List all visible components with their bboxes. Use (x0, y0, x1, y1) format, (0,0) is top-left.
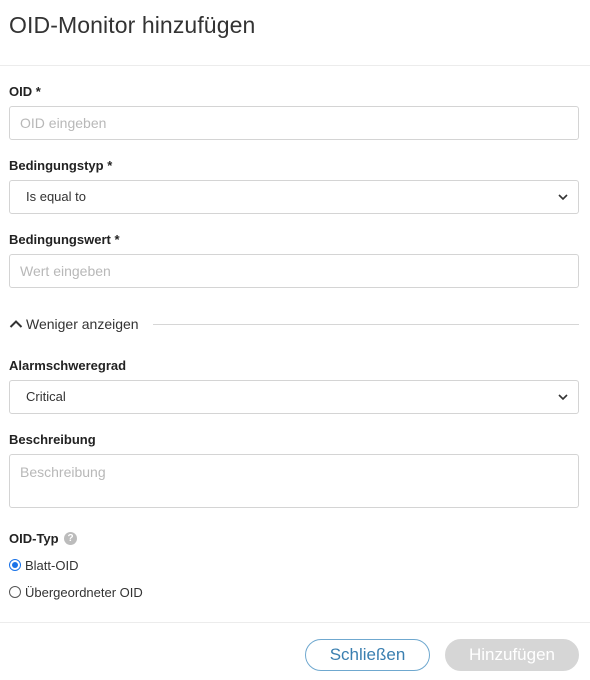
severity-value: Critical (26, 389, 66, 404)
radio-parent-oid-label: Übergeordneter OID (25, 584, 143, 600)
section-divider (153, 324, 579, 325)
radio-button-checked[interactable] (9, 559, 21, 571)
oid-input[interactable] (9, 106, 579, 140)
dialog-title: OID-Monitor hinzufügen (9, 12, 256, 38)
chevron-down-icon (558, 394, 568, 401)
oid-label: OID * (9, 84, 41, 99)
condition-type-label: Bedingungstyp * (9, 158, 113, 173)
show-less-label: Weniger anzeigen (26, 316, 139, 332)
radio-parent-oid[interactable]: Übergeordneter OID (9, 584, 143, 600)
dialog-header: OID-Monitor hinzufügen (0, 0, 590, 66)
oid-type-label: OID-Typ (9, 531, 59, 546)
severity-label: Alarmschweregrad (9, 358, 127, 373)
show-less-toggle[interactable]: Weniger anzeigen (9, 314, 139, 334)
description-textarea[interactable] (9, 454, 579, 508)
add-button[interactable]: Hinzufügen (445, 639, 579, 671)
add-oid-monitor-dialog: OID-Monitor hinzufügen OID * Bedingungst… (0, 0, 590, 680)
condition-type-select[interactable]: Is equal to (9, 180, 579, 214)
radio-leaf-oid-label: Blatt-OID (25, 557, 79, 573)
condition-value-input[interactable] (9, 254, 579, 288)
help-circle-icon[interactable]: ? (64, 532, 77, 545)
chevron-up-icon (9, 320, 23, 328)
close-button[interactable]: Schließen (305, 639, 430, 671)
radio-leaf-oid[interactable]: Blatt-OID (9, 557, 78, 573)
radio-button[interactable] (9, 586, 21, 598)
dialog-footer: Schließen Hinzufügen (0, 622, 590, 680)
severity-select[interactable]: Critical (9, 380, 579, 414)
condition-type-value: Is equal to (26, 189, 86, 204)
chevron-down-icon (558, 194, 568, 201)
description-label: Beschreibung (9, 432, 96, 447)
condition-value-label: Bedingungswert * (9, 232, 120, 247)
